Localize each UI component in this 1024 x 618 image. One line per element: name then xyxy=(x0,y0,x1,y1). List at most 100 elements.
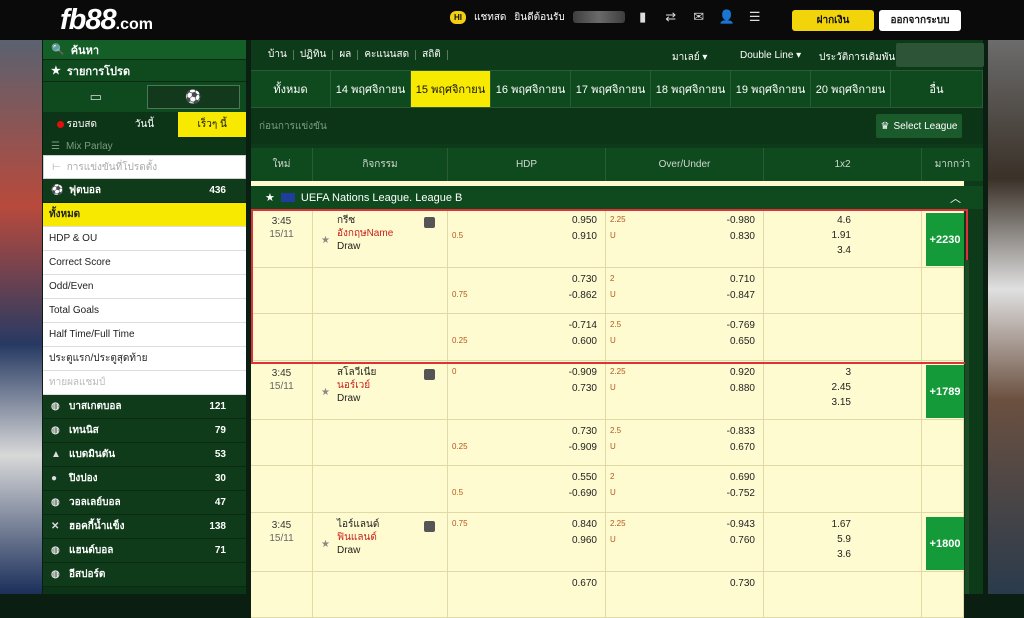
odd-value[interactable]: 0.910 xyxy=(572,231,597,242)
tab-live[interactable]: รอบสด xyxy=(43,112,111,137)
date-tab-18[interactable]: 18 พฤศจิกายน xyxy=(651,71,731,107)
scrollbar[interactable] xyxy=(965,260,969,594)
odd-1x2[interactable]: 2.45 xyxy=(832,382,851,393)
odd-value[interactable]: -0.862 xyxy=(569,290,597,301)
match-teams[interactable]: ไอร์แลนด์ ฟินแลนด์ Draw ★ xyxy=(313,513,448,571)
match-teams[interactable]: สโลวีเนีย นอร์เวย์ Draw ★ xyxy=(313,361,448,419)
sub-item-ht-ft[interactable]: Half Time/Full Time xyxy=(43,323,246,347)
sub-item-correct-score[interactable]: Correct Score xyxy=(43,251,246,275)
sport-table-tennis[interactable]: ● ปิงปอง 30 xyxy=(43,467,246,491)
view-dropdown[interactable]: Double Line ▾ xyxy=(740,50,801,61)
odd-value[interactable]: 0.730 xyxy=(572,383,597,394)
sub-item-all[interactable]: ทั้งหมด xyxy=(43,203,246,227)
sidebar-favorites[interactable]: ★ รายการโปรด xyxy=(43,60,246,82)
tab-today[interactable]: วันนี้ xyxy=(111,112,179,137)
odd-value[interactable]: 0.670 xyxy=(730,442,755,453)
odd-value[interactable]: 0.600 xyxy=(572,336,597,347)
odd-value[interactable]: 0.880 xyxy=(730,383,755,394)
bet-history-link[interactable]: ประวัติการเดิมพัน xyxy=(819,50,895,65)
odd-value[interactable]: 0.690 xyxy=(730,472,755,483)
odd-1x2[interactable]: 5.9 xyxy=(837,534,851,545)
odd-value[interactable]: -0.847 xyxy=(727,290,755,301)
odd-value[interactable]: -0.769 xyxy=(727,320,755,331)
select-league-button[interactable]: ♛ Select League xyxy=(876,114,962,138)
odd-value[interactable]: 0.840 xyxy=(572,519,597,530)
deposit-button[interactable]: ฝากเงิน xyxy=(792,10,874,31)
nav-results[interactable]: ผล xyxy=(333,50,359,60)
sport-football[interactable]: ⚽ ฟุตบอล 436 xyxy=(43,179,246,203)
odd-value[interactable]: 0.760 xyxy=(730,535,755,546)
sport-handball[interactable]: ◍ แฮนด์บอล 71 xyxy=(43,539,246,563)
odd-value[interactable]: -0.833 xyxy=(727,426,755,437)
match-teams[interactable]: กรีซ อังกฤษName Draw ★ xyxy=(313,209,448,267)
wallet-icon[interactable]: ▮ xyxy=(633,9,653,25)
sub-item-outright[interactable]: ทายผลแชมป์ xyxy=(43,371,246,395)
favorite-matches[interactable]: ⊢ การแข่งขันที่โปรดตั้ง xyxy=(43,155,246,179)
date-tab-19[interactable]: 19 พฤศจิกายน xyxy=(731,71,811,107)
stats-icon[interactable] xyxy=(424,369,435,380)
logo[interactable]: fb88.com xyxy=(60,4,153,37)
soccer-ball-icon[interactable]: ⚽ xyxy=(146,85,240,109)
sub-item-odd-even[interactable]: Odd/Even xyxy=(43,275,246,299)
user-icon[interactable]: 👤 xyxy=(717,9,737,25)
odd-value[interactable]: 0.730 xyxy=(572,426,597,437)
tab-early[interactable]: เร็วๆ นี้ xyxy=(178,112,247,137)
logout-button[interactable]: ออกจากระบบ xyxy=(879,10,961,31)
odd-value[interactable]: -0.980 xyxy=(727,215,755,226)
stats-icon[interactable] xyxy=(424,217,435,228)
mix-parlay[interactable]: ☰ Mix Parlay xyxy=(43,137,246,155)
odd-value[interactable]: 0.670 xyxy=(572,578,597,589)
sport-tennis[interactable]: ◍ เทนนิส 79 xyxy=(43,419,246,443)
star-icon[interactable]: ★ xyxy=(321,386,330,399)
odd-1x2[interactable]: 3.4 xyxy=(837,245,851,256)
list-icon[interactable]: ☰ xyxy=(745,9,765,25)
odd-1x2[interactable]: 1.67 xyxy=(832,519,851,530)
odd-value[interactable]: 0.730 xyxy=(572,274,597,285)
sport-ice-hockey[interactable]: ✕ ฮอคกี้น้ำแข็ง 138 xyxy=(43,515,246,539)
sport-basketball[interactable]: ◍ บาสเกตบอล 121 xyxy=(43,395,246,419)
sub-item-hdp-ou[interactable]: HDP & OU xyxy=(43,227,246,251)
nav-stats[interactable]: สถิติ xyxy=(416,50,448,60)
date-tab-17[interactable]: 17 พฤศจิกายน xyxy=(571,71,651,107)
more-markets-button[interactable]: +2230 xyxy=(926,213,964,266)
odd-value[interactable]: 0.920 xyxy=(730,367,755,378)
odd-value[interactable]: 0.550 xyxy=(572,472,597,483)
league-header[interactable]: ★ UEFA Nations League. League B ︿ xyxy=(251,186,983,209)
nav-live-score[interactable]: คะแนนสด xyxy=(358,50,417,60)
more-markets-button[interactable]: +1800 xyxy=(926,517,964,570)
stats-icon[interactable] xyxy=(424,521,435,532)
date-tab-16[interactable]: 16 พฤศจิกายน xyxy=(491,71,571,107)
nav-calendar[interactable]: ปฏิทิน xyxy=(294,50,334,60)
odd-value[interactable]: 0.650 xyxy=(730,336,755,347)
star-icon[interactable]: ★ xyxy=(265,191,275,204)
star-icon[interactable]: ★ xyxy=(321,538,330,551)
sport-volleyball[interactable]: ◍ วอลเลย์บอล 47 xyxy=(43,491,246,515)
sport-esports[interactable]: ◍ อีสปอร์ต xyxy=(43,563,246,587)
date-tab-14[interactable]: 14 พฤศจิกายน xyxy=(331,71,411,107)
odd-1x2[interactable]: 3 xyxy=(845,367,851,378)
chat-chip[interactable]: HI xyxy=(450,10,466,24)
sidebar-search[interactable]: 🔍 ค้นหา xyxy=(43,40,246,60)
odd-value[interactable]: 0.950 xyxy=(572,215,597,226)
odd-value[interactable]: -0.943 xyxy=(727,519,755,530)
live-chat-link[interactable]: แชทสด xyxy=(474,10,506,25)
odd-value[interactable]: -0.714 xyxy=(569,320,597,331)
nav-home[interactable]: บ้าน xyxy=(262,50,294,60)
more-markets-button[interactable]: +1789 xyxy=(926,365,964,418)
odd-value[interactable]: -0.752 xyxy=(727,488,755,499)
odd-value[interactable]: 0.710 xyxy=(730,274,755,285)
odd-value[interactable]: 0.730 xyxy=(730,578,755,589)
collapse-icon[interactable]: ︿ xyxy=(950,190,961,206)
odd-value[interactable]: -0.909 xyxy=(569,442,597,453)
odd-1x2[interactable]: 4.6 xyxy=(837,215,851,226)
odd-1x2[interactable]: 3.6 xyxy=(837,549,851,560)
odd-value[interactable]: 0.960 xyxy=(572,535,597,546)
sport-badminton[interactable]: ▲ แบดมินตัน 53 xyxy=(43,443,246,467)
star-icon[interactable]: ★ xyxy=(321,234,330,247)
odds-type-dropdown[interactable]: มาเลย์ ▾ xyxy=(672,50,707,65)
vip-icon[interactable]: ✉ xyxy=(689,9,709,25)
odd-value[interactable]: -0.690 xyxy=(569,488,597,499)
sub-item-total-goals[interactable]: Total Goals xyxy=(43,299,246,323)
message-icon[interactable]: ▭ xyxy=(49,85,143,109)
date-tab-20[interactable]: 20 พฤศจิกายน xyxy=(811,71,891,107)
